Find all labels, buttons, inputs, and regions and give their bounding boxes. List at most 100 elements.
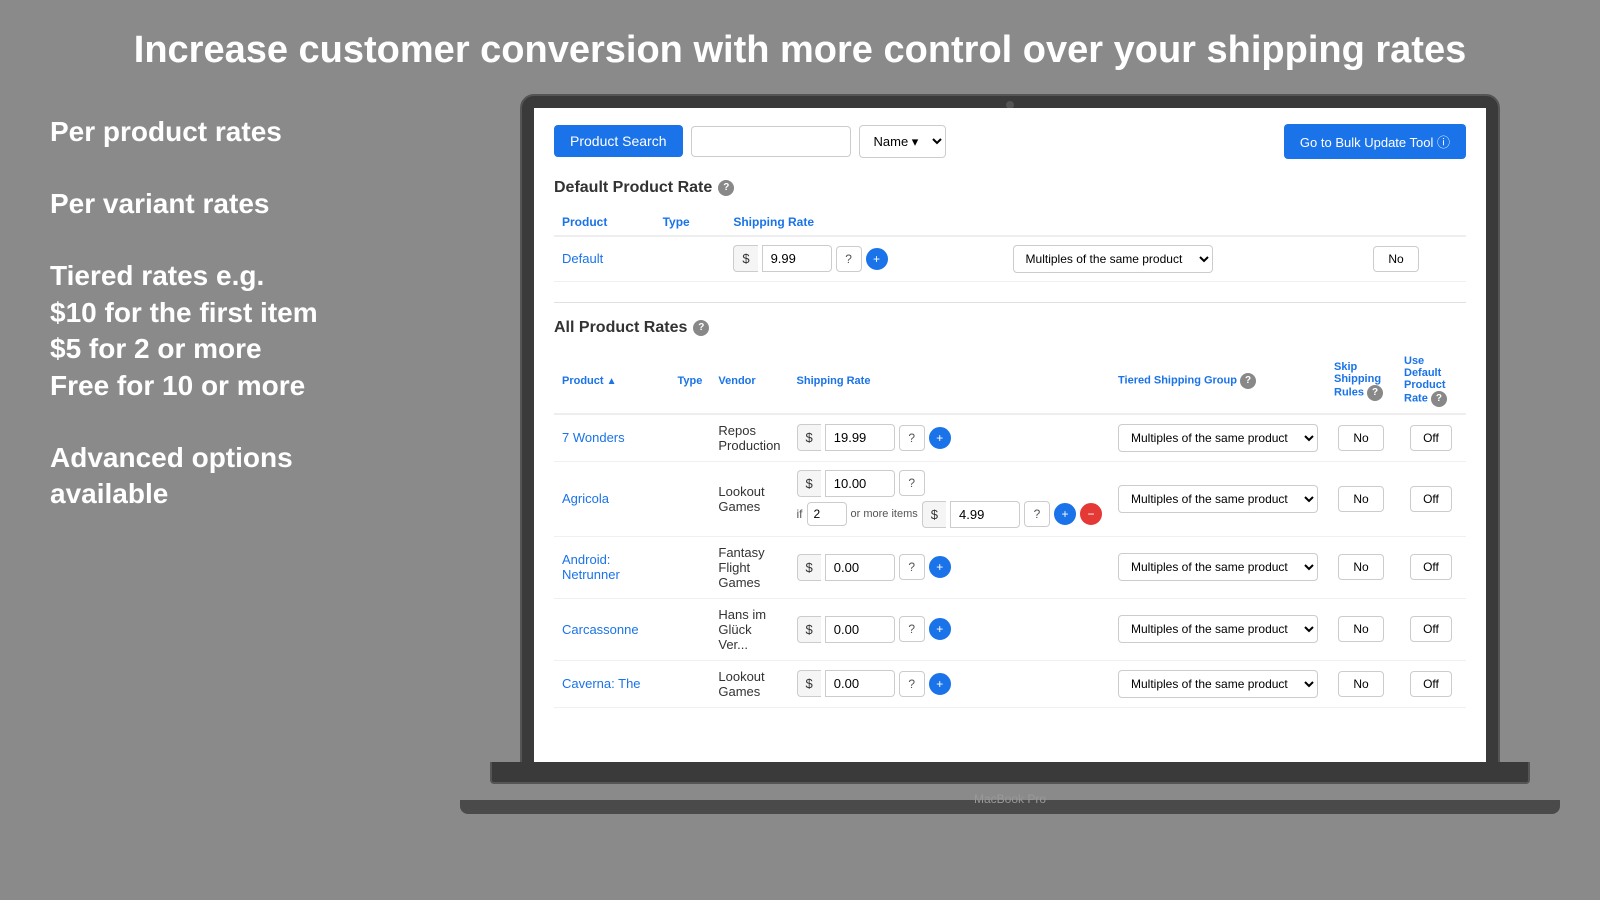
all-rates-title-text: All Product Rates [554, 319, 687, 337]
product-link-carcassonne[interactable]: Carcassonne [562, 622, 639, 637]
tiered-header-help[interactable]: ? [1240, 373, 1256, 389]
tiered-select-carcassonne[interactable]: Multiples of the same product [1118, 615, 1318, 643]
rate-input-caverna[interactable] [825, 670, 895, 697]
product-link-caverna[interactable]: Caverna: The [562, 676, 641, 691]
feature-per-product-label: Per product rates [50, 114, 370, 150]
all-col-shipping-rate: Shipping Rate [789, 349, 1110, 414]
rate-add-caverna[interactable]: + [929, 673, 951, 695]
dollar-agricola-2: $ [922, 501, 946, 528]
skip-no-agricola[interactable]: No [1338, 486, 1383, 512]
vendor-caverna: Lookout Games [710, 660, 788, 707]
rate-help-agricola-2[interactable]: ? [1024, 501, 1050, 527]
feature-tiered-label: Tiered rates e.g. $10 for the first item… [50, 258, 370, 404]
all-rates-help-icon[interactable]: ? [693, 320, 709, 336]
top-bar-left: Product Search Name ▾ [554, 125, 946, 158]
rate-remove-agricola[interactable]: − [1080, 503, 1102, 525]
default-rate-input-group: $ ? + [733, 245, 996, 272]
tiered-select-7wonders[interactable]: Multiples of the same product [1118, 424, 1318, 452]
type-agricola [670, 461, 711, 536]
use-default-agricola[interactable]: Off [1410, 486, 1452, 512]
default-skip-no-btn[interactable]: No [1373, 246, 1418, 272]
rate-add-7wonders[interactable]: + [929, 427, 951, 449]
tiered-select-caverna[interactable]: Multiples of the same product [1118, 670, 1318, 698]
rate-help-android[interactable]: ? [899, 554, 925, 580]
rate-help-caverna[interactable]: ? [899, 671, 925, 697]
col-product: Product [554, 209, 655, 236]
laptop-wrapper: Product Search Name ▾ Go to Bulk Update … [520, 94, 1500, 854]
all-col-product: Product ▲ [554, 349, 670, 414]
default-rate-input[interactable] [762, 245, 832, 272]
dollar-carcassonne: $ [797, 616, 821, 643]
use-default-7wonders[interactable]: Off [1410, 425, 1452, 451]
default-product-link[interactable]: Default [562, 251, 603, 266]
skip-no-7wonders[interactable]: No [1338, 425, 1383, 451]
product-link-7wonders[interactable]: 7 Wonders [562, 430, 625, 445]
table-row: Android: Netrunner Fantasy Flight Games … [554, 536, 1466, 598]
rate-input-agricola-1[interactable] [825, 470, 895, 497]
vendor-carcassonne: Hans im Glück Ver... [710, 598, 788, 660]
hero-title: Increase customer conversion with more c… [0, 0, 1600, 94]
vendor-agricola: Lookout Games [710, 461, 788, 536]
default-rate-section-title: Default Product Rate ? [554, 179, 1466, 197]
use-default-android[interactable]: Off [1410, 554, 1452, 580]
skip-no-caverna[interactable]: No [1338, 671, 1383, 697]
rate-add-agricola[interactable]: + [1054, 503, 1076, 525]
bulk-update-button[interactable]: Go to Bulk Update Tool ⓘ [1284, 124, 1466, 159]
rate-help-carcassonne[interactable]: ? [899, 616, 925, 642]
type-android [670, 536, 711, 598]
vendor-android: Fantasy Flight Games [710, 536, 788, 598]
all-product-label: Product [562, 375, 604, 387]
rate-group-carcassonne: $ ? + [797, 616, 1102, 643]
skip-header-help[interactable]: ? [1367, 385, 1383, 401]
use-default-caverna[interactable]: Off [1410, 671, 1452, 697]
tiered-select-agricola[interactable]: Multiples of the same product [1118, 485, 1318, 513]
default-rate-title-text: Default Product Rate [554, 179, 712, 197]
rate-input-agricola-2[interactable] [950, 501, 1020, 528]
default-rate-help-icon[interactable]: ? [718, 180, 734, 196]
type-caverna [670, 660, 711, 707]
use-default-header-help[interactable]: ? [1431, 391, 1447, 407]
table-row: Caverna: The Lookout Games $ ? + [554, 660, 1466, 707]
product-link-android[interactable]: Android: Netrunner [562, 552, 620, 582]
tiered-select-android[interactable]: Multiples of the same product [1118, 553, 1318, 581]
rate-add-android[interactable]: + [929, 556, 951, 578]
tiered-row-agricola: if or more items $ ? + − [797, 501, 1102, 528]
feature-tiered: Tiered rates e.g. $10 for the first item… [50, 258, 370, 404]
use-default-carcassonne[interactable]: Off [1410, 616, 1452, 642]
default-rate-help-btn[interactable]: ? [836, 246, 862, 272]
rate-input-carcassonne[interactable] [825, 616, 895, 643]
rate-group-7wonders: $ ? + [797, 424, 1102, 451]
col-tiered-group [1005, 209, 1366, 236]
all-col-use-default: Use Default Product Rate ? [1396, 349, 1466, 414]
default-rate-table: Product Type Shipping Rate Default [554, 209, 1466, 282]
all-col-vendor: Vendor [710, 349, 788, 414]
all-col-type: Type [670, 349, 711, 414]
rate-input-android[interactable] [825, 554, 895, 581]
product-search-button[interactable]: Product Search [554, 125, 683, 157]
col-shipping-rate: Shipping Rate [725, 209, 1004, 236]
search-input[interactable] [691, 126, 851, 157]
product-link-agricola[interactable]: Agricola [562, 491, 609, 506]
default-rate-add-btn[interactable]: + [866, 248, 888, 270]
qty-input-agricola[interactable] [807, 502, 847, 526]
skip-no-android[interactable]: No [1338, 554, 1383, 580]
or-more-agricola: or more items [851, 508, 918, 520]
laptop-label: MacBook Pro [974, 792, 1046, 806]
name-select[interactable]: Name ▾ [859, 125, 946, 158]
rate-help-7wonders[interactable]: ? [899, 425, 925, 451]
all-col-skip: Skip Shipping Rules ? [1326, 349, 1396, 414]
dollar-agricola-1: $ [797, 470, 821, 497]
sort-icon: ▲ [607, 376, 617, 387]
rate-help-agricola-1[interactable]: ? [899, 470, 925, 496]
feature-per-product: Per product rates [50, 114, 370, 150]
rate-input-7wonders[interactable] [825, 424, 895, 451]
left-panel: Per product rates Per variant rates Tier… [0, 94, 420, 894]
type-carcassonne [670, 598, 711, 660]
skip-no-carcassonne[interactable]: No [1338, 616, 1383, 642]
default-tiered-select[interactable]: Multiples of the same product [1013, 245, 1213, 273]
rate-group-agricola-1: $ ? [797, 470, 1102, 497]
if-label-agricola: if [797, 507, 803, 521]
rate-add-carcassonne[interactable]: + [929, 618, 951, 640]
col-type: Type [655, 209, 726, 236]
bulk-update-label: Go to Bulk Update Tool ⓘ [1300, 132, 1450, 151]
